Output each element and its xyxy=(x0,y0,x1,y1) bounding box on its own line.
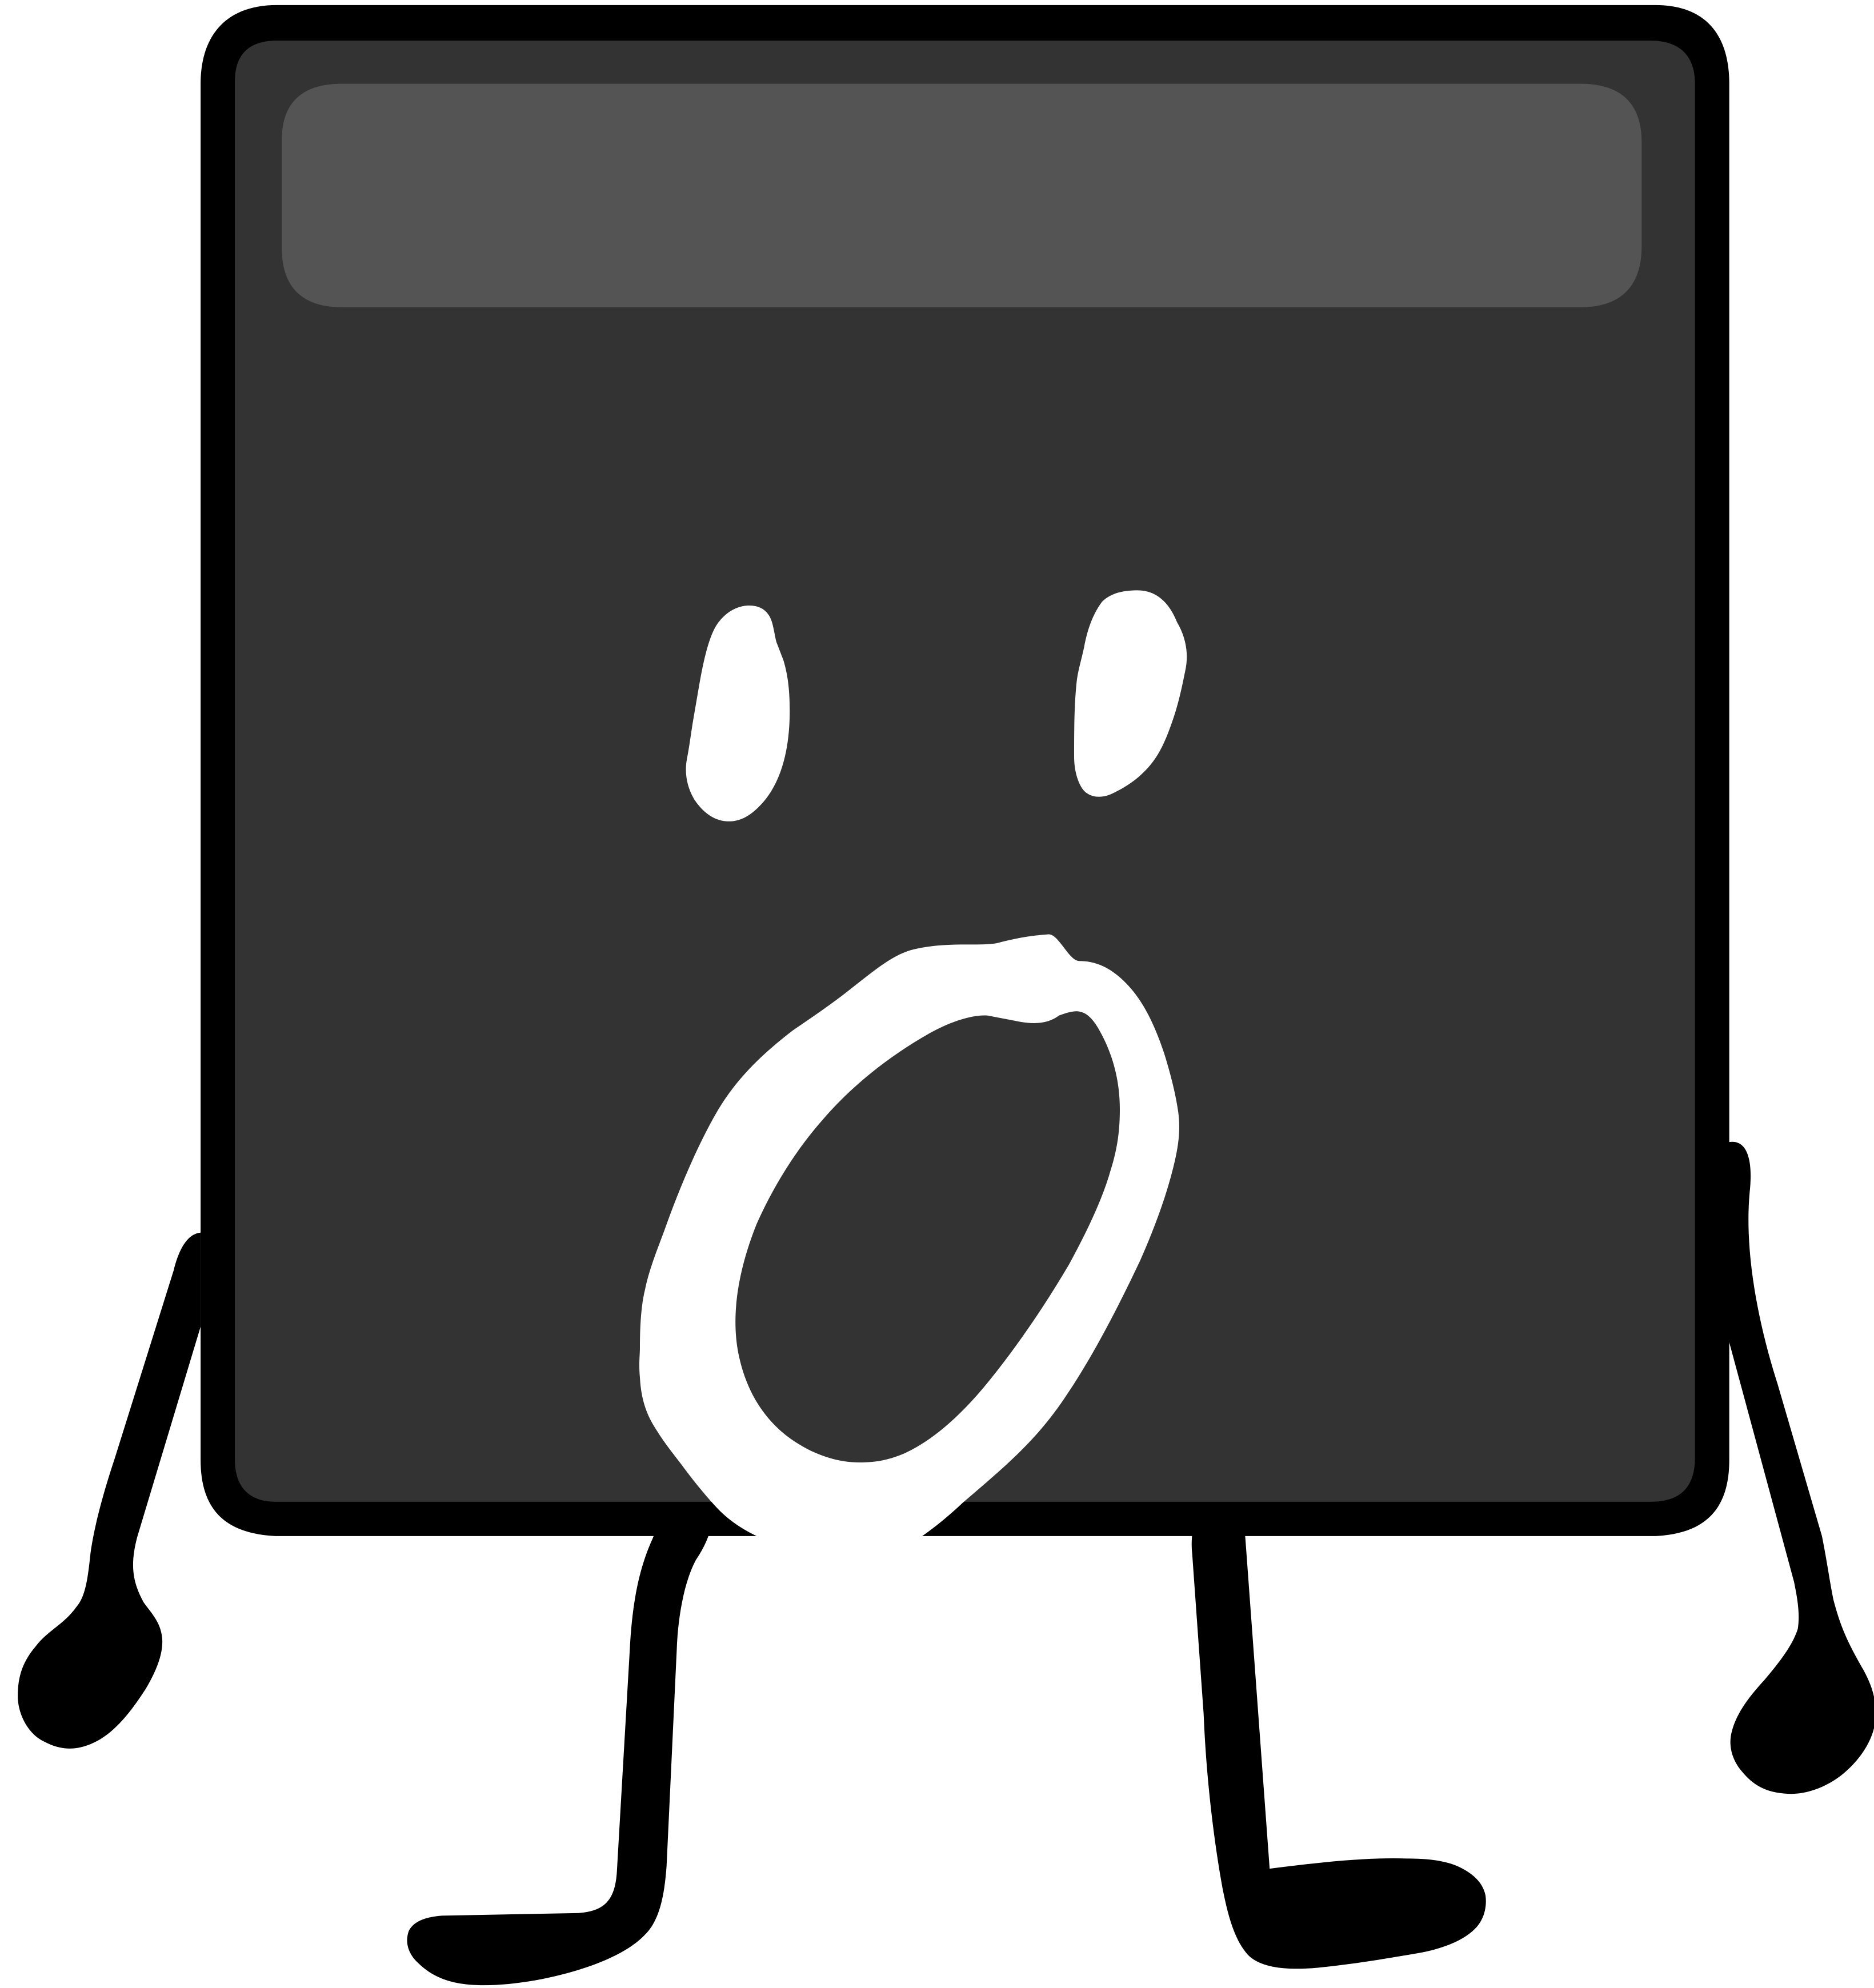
character-illustration xyxy=(0,0,1874,1988)
highlight-strip xyxy=(282,83,1642,307)
character-svg xyxy=(0,0,1874,1988)
